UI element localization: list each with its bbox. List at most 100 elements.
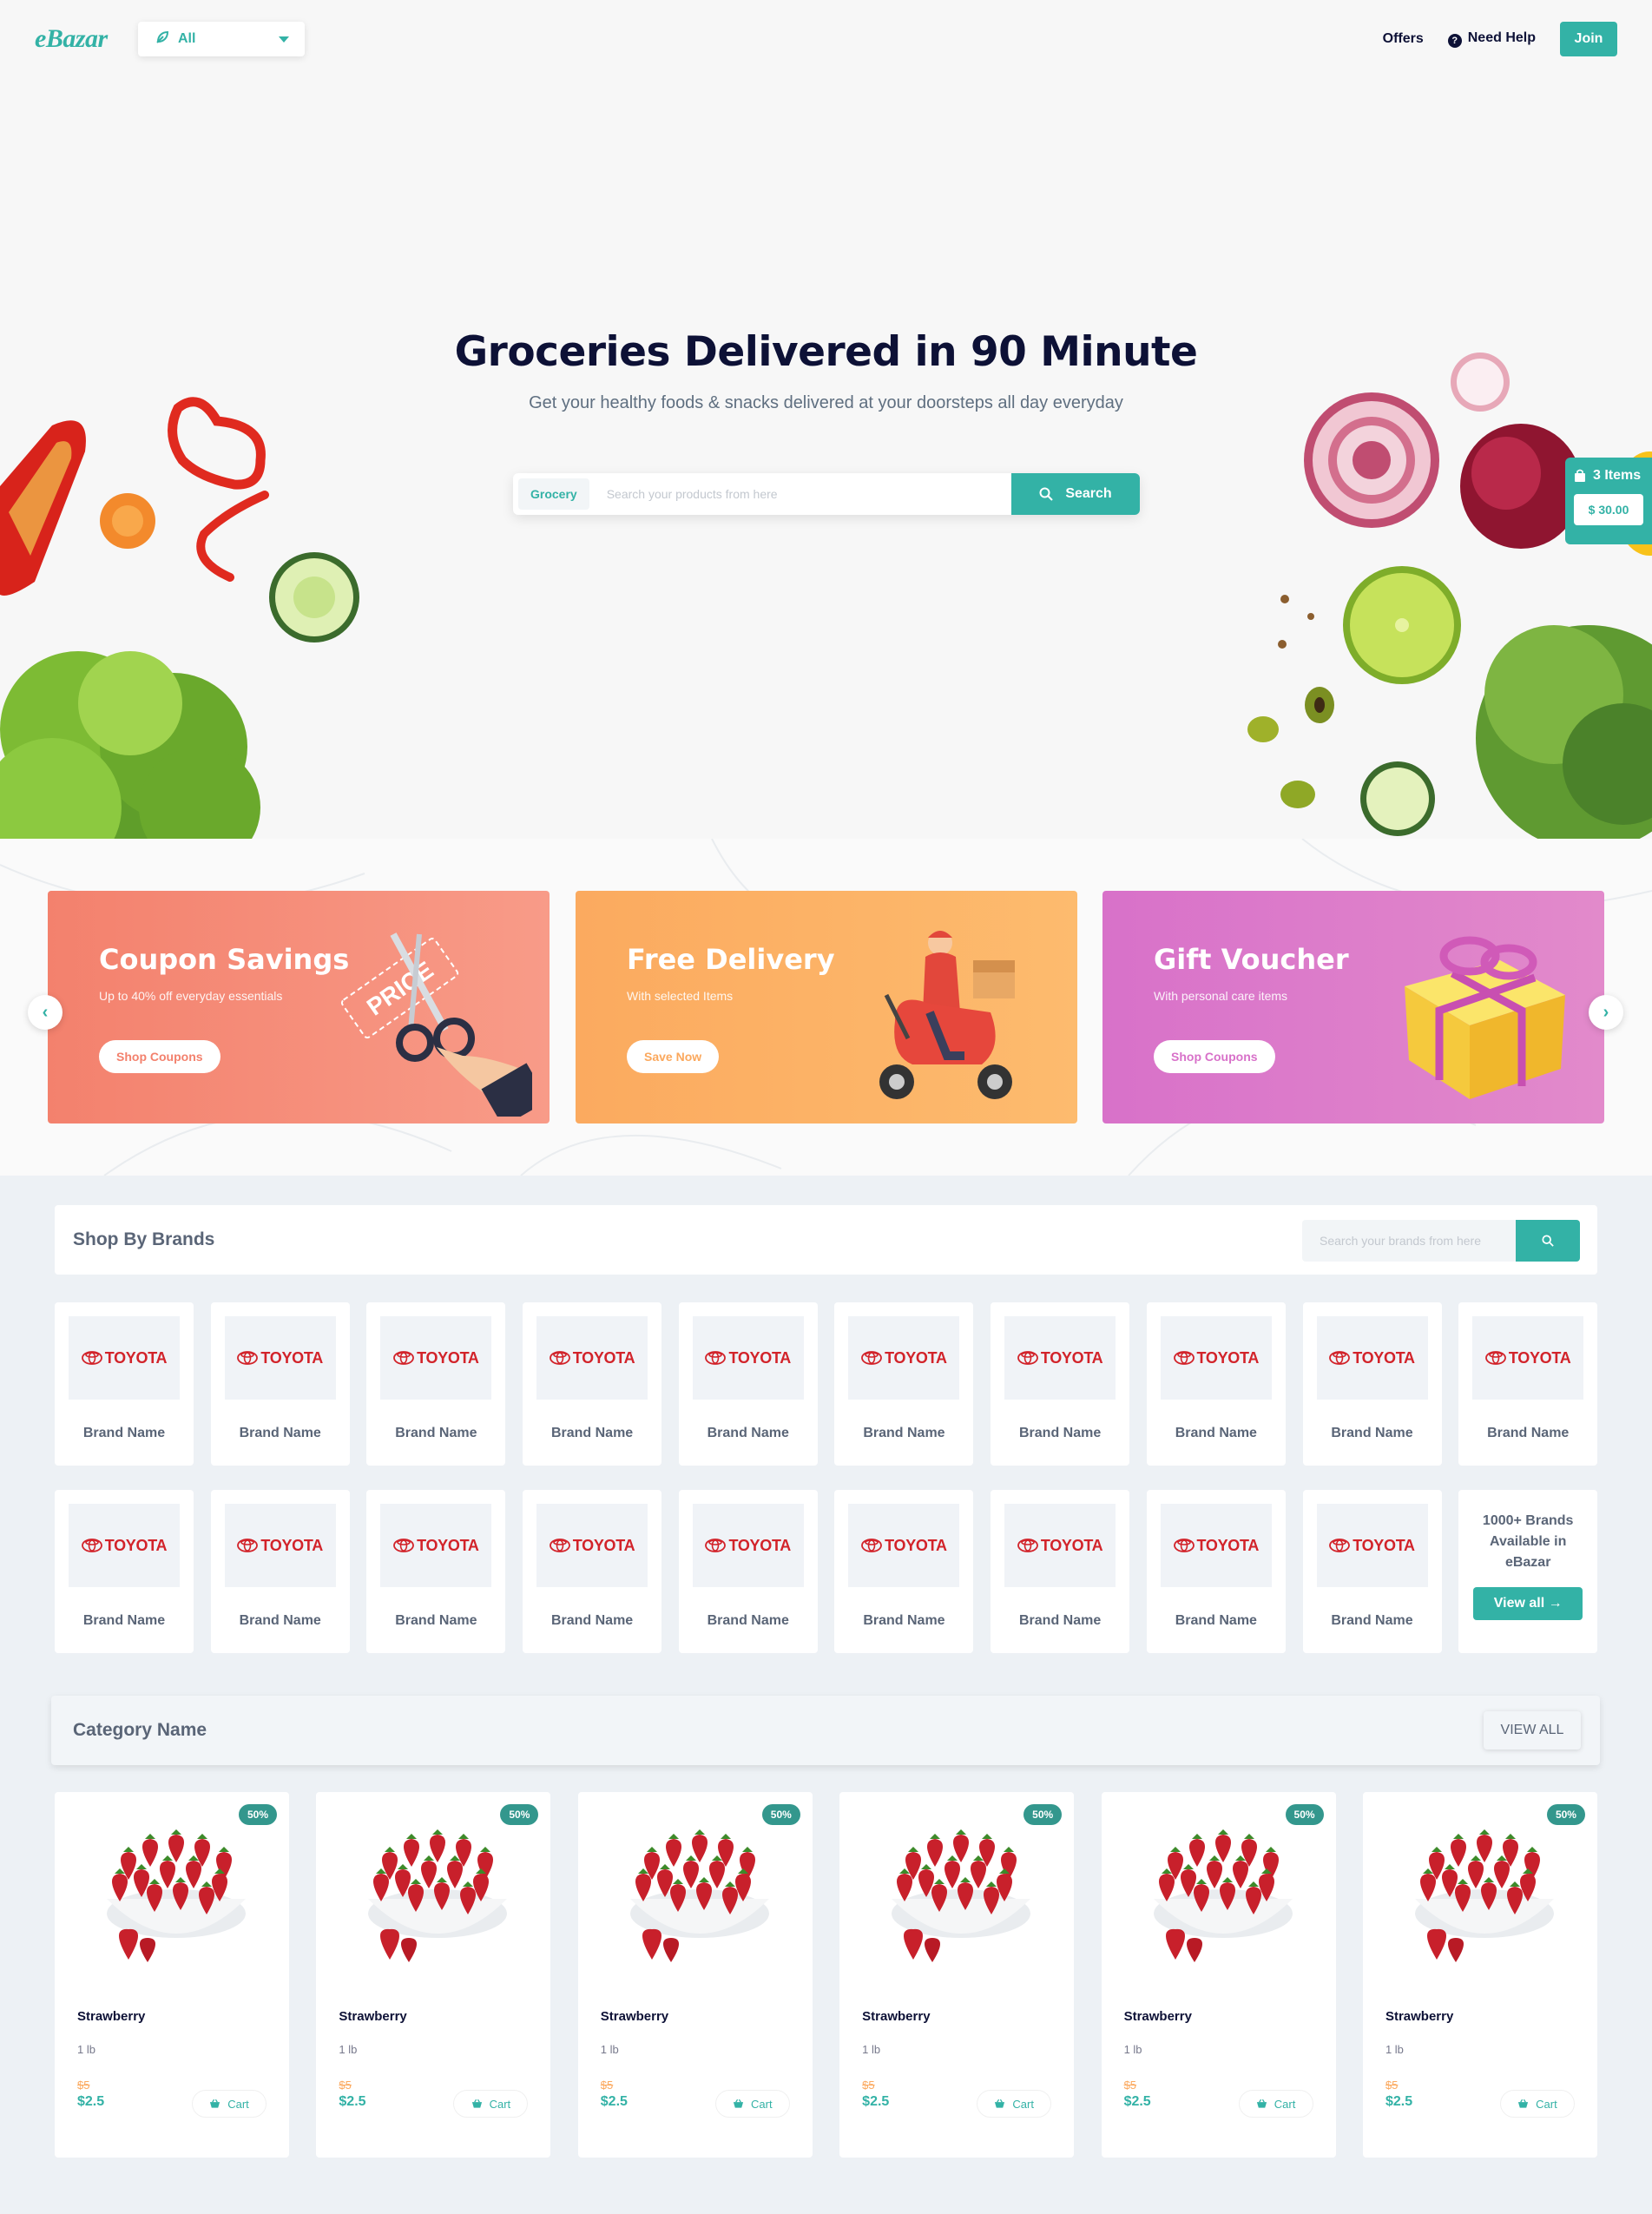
- add-to-cart-button[interactable]: Cart: [714, 2090, 790, 2118]
- cart-label: Cart: [227, 2097, 249, 2111]
- product-card[interactable]: 50% Strawberry 1 lb $5 $2.5 Cart: [577, 1792, 813, 2158]
- offers-link[interactable]: Offers: [1383, 31, 1424, 47]
- offer-description: With selected Items: [627, 989, 734, 1003]
- shop-coupons-button[interactable]: Shop Coupons: [99, 1040, 220, 1073]
- brand-card[interactable]: TOYOTA Brand Name: [1302, 1490, 1442, 1653]
- search-button[interactable]: Search: [1011, 473, 1140, 515]
- toyota-emblem-icon: [1173, 1351, 1195, 1365]
- chevron-right-icon: ›: [1603, 1002, 1609, 1022]
- toyota-logo: TOYOTA: [705, 1537, 791, 1555]
- brand-search-input[interactable]: [1302, 1220, 1516, 1262]
- brand-card[interactable]: TOYOTA Brand Name: [366, 1302, 506, 1466]
- brand-logo-text: TOYOTA: [417, 1536, 479, 1554]
- brand-card[interactable]: TOYOTA Brand Name: [1458, 1302, 1598, 1466]
- brand-name: Brand Name: [550, 1426, 634, 1440]
- shop-coupons-button[interactable]: Shop Coupons: [1154, 1040, 1275, 1073]
- brand-logo-text: TOYOTA: [104, 1536, 168, 1554]
- coupon-savings-card[interactable]: Coupon Savings Up to 40% off everyday es…: [48, 891, 550, 1123]
- brand-name: Brand Name: [82, 1613, 166, 1628]
- chevron-down-icon: [279, 36, 289, 43]
- leaf-icon: [155, 30, 169, 49]
- brand-card[interactable]: TOYOTA Brand Name: [991, 1302, 1130, 1466]
- brand-logo-text: TOYOTA: [260, 1348, 323, 1367]
- brand-card[interactable]: TOYOTA Brand Name: [210, 1490, 350, 1653]
- brands-header: Shop By Brands: [55, 1205, 1597, 1275]
- search-category[interactable]: Grocery: [518, 478, 589, 510]
- brand-name: Brand Name: [1331, 1613, 1413, 1628]
- brand-logo-text: TOYOTA: [1508, 1348, 1571, 1367]
- basket-icon: [1256, 2099, 1267, 2108]
- brand-search-button[interactable]: [1516, 1220, 1580, 1262]
- brand-card[interactable]: TOYOTA Brand Name: [55, 1490, 194, 1653]
- product-card[interactable]: 50% Strawberry 1 lb $5 $2.5 Cart: [839, 1792, 1075, 2158]
- brand-logo: TOYOTA: [380, 1504, 492, 1587]
- floating-cart[interactable]: 3 Items $ 30.00: [1565, 458, 1652, 544]
- brand-name: Brand Name: [1175, 1613, 1257, 1628]
- join-button[interactable]: Join: [1560, 22, 1617, 56]
- site-logo[interactable]: eBazar: [35, 24, 108, 54]
- category-select-value: All: [178, 31, 196, 46]
- brand-logo: TOYOTA: [1160, 1316, 1272, 1400]
- toyota-logo: TOYOTA: [237, 1349, 323, 1367]
- category-select[interactable]: All: [138, 22, 305, 56]
- brand-card[interactable]: TOYOTA Brand Name: [834, 1302, 974, 1466]
- view-all-brands-button[interactable]: View all →: [1473, 1587, 1583, 1620]
- add-to-cart-button[interactable]: Cart: [453, 2090, 529, 2118]
- add-to-cart-button[interactable]: Cart: [192, 2090, 267, 2118]
- basket-icon: [210, 2099, 220, 2108]
- product-old-price: $5: [77, 2079, 90, 2092]
- product-card[interactable]: 50% Strawberry 1 lb $5 $2.5 Cart: [1362, 1792, 1597, 2158]
- search-button-label: Search: [1065, 486, 1112, 501]
- product-unit: 1 lb: [77, 2043, 95, 2056]
- category-view-all-button[interactable]: VIEW ALL: [1484, 1711, 1581, 1749]
- brand-card[interactable]: TOYOTA Brand Name: [1146, 1302, 1286, 1466]
- brand-card[interactable]: TOYOTA Brand Name: [55, 1302, 194, 1466]
- brand-logo: TOYOTA: [1472, 1316, 1584, 1400]
- product-card[interactable]: 50% Strawberry 1 lb $5 $2.5 Cart: [55, 1792, 289, 2158]
- gift-voucher-card[interactable]: Gift Voucher With personal care items Sh…: [1102, 891, 1604, 1123]
- product-card[interactable]: 50% Strawberry 1 lb $5 $2.5 Cart: [316, 1792, 551, 2158]
- toyota-logo: TOYOTA: [393, 1537, 479, 1555]
- brand-logo: TOYOTA: [692, 1316, 804, 1400]
- save-now-button[interactable]: Save Now: [627, 1040, 720, 1073]
- carousel-next-button[interactable]: ›: [1589, 995, 1623, 1030]
- brand-logo: TOYOTA: [848, 1316, 960, 1400]
- brand-card[interactable]: TOYOTA Brand Name: [523, 1302, 662, 1466]
- toyota-emblem-icon: [1329, 1539, 1351, 1552]
- toyota-emblem-icon: [81, 1539, 102, 1552]
- add-to-cart-button[interactable]: Cart: [977, 2090, 1052, 2118]
- brand-card[interactable]: TOYOTA Brand Name: [1146, 1490, 1286, 1653]
- product-search-input[interactable]: [589, 474, 1011, 514]
- add-to-cart-button[interactable]: Cart: [1499, 2090, 1575, 2118]
- carousel-prev-button[interactable]: ‹: [28, 995, 63, 1030]
- brand-logo-text: TOYOTA: [260, 1536, 323, 1554]
- cart-label: Cart: [1012, 2097, 1034, 2111]
- hero-title: Groceries Delivered in 90 Minute: [454, 328, 1198, 376]
- search-icon: [1542, 1235, 1554, 1247]
- product-price: $2.5: [77, 2094, 105, 2109]
- product-card[interactable]: 50% Strawberry 1 lb $5 $2.5 Cart: [1101, 1792, 1336, 2158]
- free-delivery-card[interactable]: Free Delivery With selected Items Save N…: [576, 891, 1077, 1123]
- brands-title: Shop By Brands: [73, 1229, 215, 1249]
- arrow-right-icon: →: [1544, 1596, 1563, 1611]
- nav-right: Offers ? Need Help Join: [1383, 22, 1617, 56]
- view-all-label: View all: [1493, 1596, 1545, 1611]
- product-price: $2.5: [862, 2094, 890, 2109]
- toyota-emblem-icon: [237, 1351, 259, 1365]
- product-name: Strawberry: [339, 2009, 407, 2024]
- toyota-logo: TOYOTA: [549, 1349, 635, 1367]
- brand-card[interactable]: TOYOTA Brand Name: [366, 1490, 506, 1653]
- brand-card[interactable]: TOYOTA Brand Name: [1302, 1302, 1442, 1466]
- basket-icon: [471, 2099, 482, 2108]
- brand-card[interactable]: TOYOTA Brand Name: [991, 1490, 1130, 1653]
- need-help-link[interactable]: ? Need Help: [1447, 30, 1536, 48]
- brand-card[interactable]: TOYOTA Brand Name: [678, 1302, 818, 1466]
- brand-card[interactable]: TOYOTA Brand Name: [210, 1302, 350, 1466]
- toyota-logo: TOYOTA: [1485, 1349, 1571, 1367]
- brand-card[interactable]: TOYOTA Brand Name: [678, 1490, 818, 1653]
- product-old-price: $5: [1123, 2079, 1137, 2092]
- add-to-cart-button[interactable]: Cart: [1238, 2090, 1313, 2118]
- brand-card[interactable]: TOYOTA Brand Name: [834, 1490, 974, 1653]
- brand-card[interactable]: TOYOTA Brand Name: [523, 1490, 662, 1653]
- vegetables-left-illustration: [0, 397, 359, 839]
